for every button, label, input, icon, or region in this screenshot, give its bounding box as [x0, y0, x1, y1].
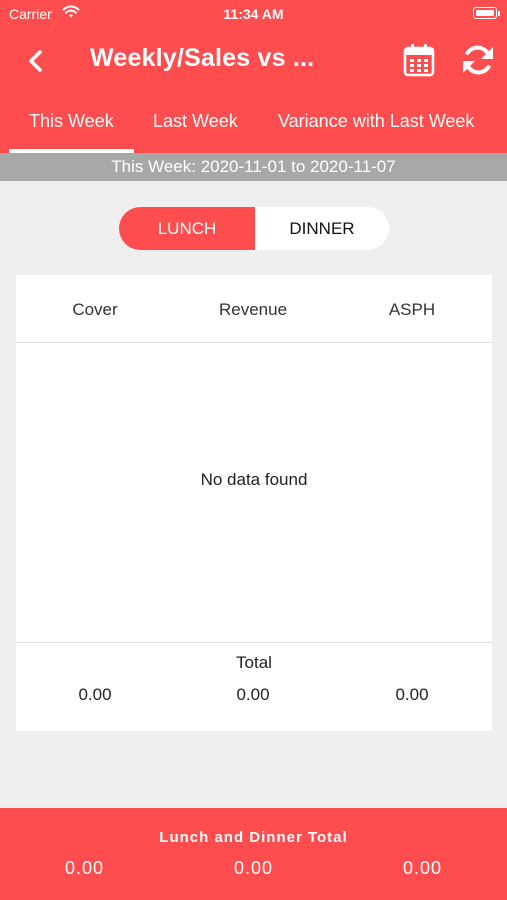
battery-icon [473, 7, 497, 19]
total-label: Total [236, 653, 272, 672]
sales-table-card: Cover Revenue ASPH No data found Total 0… [16, 275, 492, 731]
chevron-left-icon[interactable] [22, 44, 52, 78]
tab-last-week[interactable]: Last Week [153, 111, 238, 132]
tab-bar: This Week Last Week Variance with Last W… [0, 100, 507, 153]
footer-revenue-value: 0.00 [233, 858, 274, 878]
total-revenue-value: 0.00 [236, 685, 270, 704]
clock: 11:34 AM [223, 6, 284, 22]
meal-segmented-control: LUNCH DINNER [119, 207, 389, 250]
status-bar: Carrier 11:34 AM [0, 0, 507, 28]
app-header: Carrier 11:34 AM Weekly/Sales vs ... Thi… [0, 0, 507, 153]
total-divider [16, 642, 492, 643]
segment-dinner[interactable]: DINNER [255, 207, 389, 250]
total-asph-value: 0.00 [395, 685, 429, 704]
column-header-asph: ASPH [388, 300, 436, 319]
footer-asph-value: 0.00 [402, 858, 443, 878]
battery-tip [498, 11, 500, 16]
footer-cover-value: 0.00 [64, 858, 105, 878]
page-title: Weekly/Sales vs ... [90, 44, 315, 72]
date-range-banner: This Week: 2020-11-01 to 2020-11-07 [0, 153, 507, 181]
tab-variance-last-week[interactable]: Variance with Last Week [278, 111, 474, 132]
segment-lunch[interactable]: LUNCH [119, 207, 255, 250]
column-header-revenue: Revenue [218, 300, 288, 319]
column-header-cover: Cover [72, 300, 118, 319]
calendar-icon[interactable] [402, 42, 436, 78]
total-cover-value: 0.00 [78, 685, 112, 704]
refresh-icon[interactable] [460, 42, 496, 78]
grand-total-footer: Lunch and Dinner Total 0.00 0.00 0.00 [0, 808, 507, 900]
footer-title: Lunch and Dinner Total [159, 829, 348, 846]
empty-state-message: No data found [200, 470, 308, 489]
tab-this-week[interactable]: This Week [29, 111, 114, 132]
header-divider [16, 342, 492, 343]
